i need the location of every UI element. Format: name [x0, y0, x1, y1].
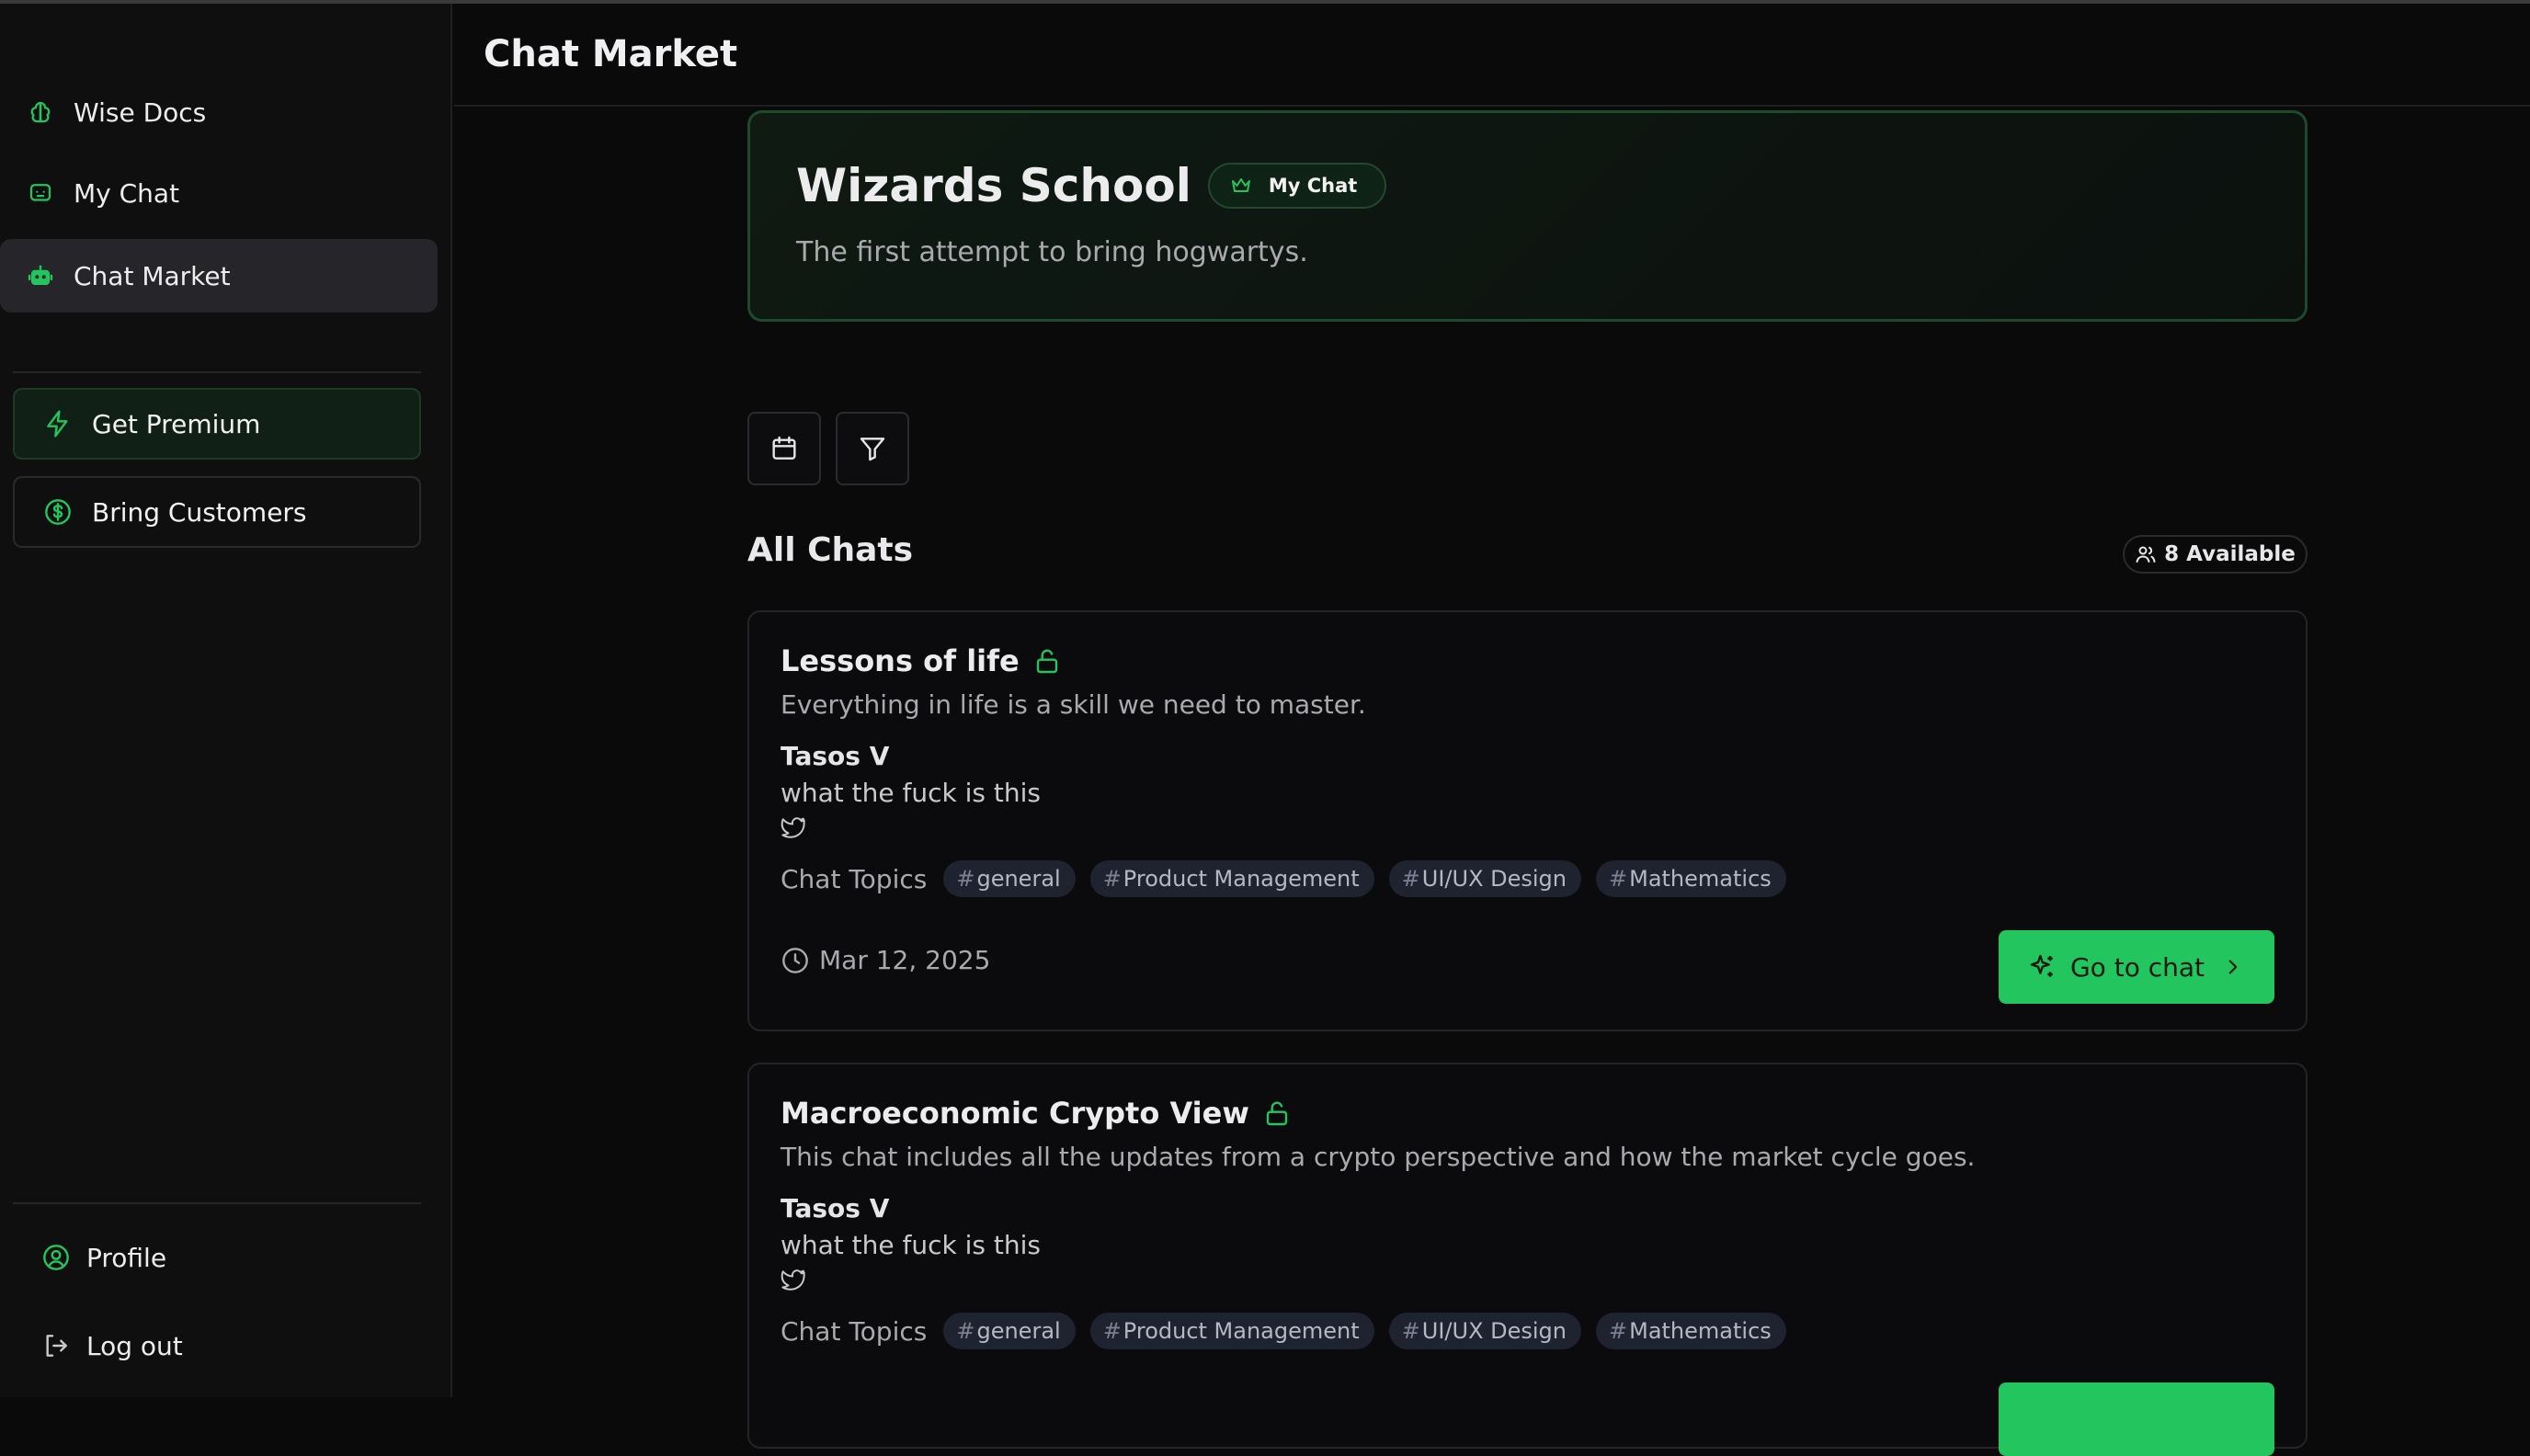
- sidebar-item-wise-docs[interactable]: Wise Docs: [0, 75, 438, 149]
- crown-icon: [1231, 178, 1250, 192]
- topic-tag[interactable]: # UI/UX Design: [1388, 1313, 1581, 1349]
- page-title: Chat Market: [484, 33, 738, 75]
- topic-tag[interactable]: # general: [943, 860, 1076, 897]
- my-chat-badge-label: My Chat: [1268, 175, 1358, 197]
- sidebar: Wise Docs My Chat Chat Market Get Premiu…: [0, 4, 452, 1397]
- author-bio: what the fuck is this: [781, 778, 1042, 808]
- sidebar-divider: [13, 371, 421, 373]
- chat-topics: Chat Topics # general # Product Management…: [781, 860, 1801, 897]
- topic-tag[interactable]: # general: [943, 1313, 1076, 1349]
- sidebar-item-label: Wise Docs: [74, 97, 207, 128]
- chat-description: This chat includes all the updates from …: [781, 1142, 1976, 1172]
- chat-topics: Chat Topics # general # Product Management…: [781, 1313, 1801, 1349]
- all-chats-heading: All Chats: [747, 531, 914, 569]
- available-count-badge: 8 Available: [2123, 535, 2308, 574]
- bring-customers-label: Bring Customers: [92, 496, 307, 528]
- chat-bot-icon: [26, 178, 55, 208]
- get-premium-button[interactable]: Get Premium: [13, 388, 421, 460]
- my-chat-badge: My Chat: [1207, 163, 1387, 209]
- author-bio: what the fuck is this: [781, 1230, 1042, 1260]
- my-chat-description: The first attempt to bring hogwartys.: [796, 236, 1308, 268]
- topic-tag[interactable]: # Product Management: [1089, 860, 1374, 897]
- calendar-filter-button[interactable]: [747, 412, 821, 485]
- topic-tag[interactable]: # Product Management: [1089, 1313, 1374, 1349]
- sidebar-item-label: Chat Market: [74, 260, 231, 291]
- topics-label: Chat Topics: [781, 1315, 928, 1347]
- clock-icon: [782, 947, 808, 973]
- chat-card[interactable]: Lessons of life Everything in life is a …: [747, 610, 2308, 1031]
- go-to-chat-button[interactable]: [1999, 1382, 2274, 1456]
- brain-icon: [26, 97, 55, 127]
- calendar-icon: [772, 436, 796, 460]
- unlock-icon: [1262, 1098, 1293, 1129]
- sidebar-item-label: My Chat: [74, 177, 180, 209]
- user-circle-icon: [40, 1242, 72, 1273]
- profile-label: Profile: [86, 1242, 167, 1273]
- chat-author: Tasos V: [781, 741, 890, 771]
- chat-author: Tasos V: [781, 1193, 890, 1223]
- chat-date: Mar 12, 2025: [781, 945, 990, 975]
- lightning-icon: [42, 408, 74, 439]
- chat-title: Lessons of life: [781, 643, 1020, 678]
- log-out-icon: [40, 1330, 72, 1361]
- bring-customers-button[interactable]: Bring Customers: [13, 476, 421, 548]
- go-to-chat-label: Go to chat: [2069, 951, 2205, 983]
- topic-tag[interactable]: # Mathematics: [1596, 1313, 1786, 1349]
- log-out-link[interactable]: Log out: [40, 1324, 183, 1368]
- profile-link[interactable]: Profile: [40, 1235, 166, 1280]
- topic-tag[interactable]: # Mathematics: [1596, 860, 1786, 897]
- sidebar-item-my-chat[interactable]: My Chat: [0, 156, 438, 230]
- topic-tag[interactable]: # UI/UX Design: [1388, 860, 1581, 897]
- get-premium-label: Get Premium: [92, 408, 261, 439]
- chat-card[interactable]: Macroeconomic Crypto View This chat incl…: [747, 1063, 2308, 1456]
- log-out-label: Log out: [86, 1330, 183, 1361]
- available-count: 8 Available: [2164, 542, 2296, 566]
- filter-button[interactable]: [836, 412, 909, 485]
- go-to-chat-button[interactable]: Go to chat: [1999, 930, 2274, 1004]
- dollar-circle-icon: [42, 496, 74, 528]
- twitter-icon[interactable]: [781, 1267, 808, 1294]
- robot-icon: [26, 261, 55, 290]
- filter-icon: [860, 438, 885, 461]
- sidebar-item-chat-market[interactable]: Chat Market: [0, 239, 438, 313]
- sidebar-footer-divider: [13, 1202, 421, 1204]
- chat-description: Everything in life is a skill we need to…: [781, 689, 1366, 720]
- sparkles-icon: [2030, 954, 2053, 977]
- my-chat-title: Wizards School: [796, 159, 1191, 212]
- topics-label: Chat Topics: [781, 863, 928, 894]
- chat-title: Macroeconomic Crypto View: [781, 1096, 1249, 1131]
- twitter-icon[interactable]: [781, 814, 808, 842]
- users-icon: [2136, 546, 2156, 563]
- page-header: Chat Market: [454, 4, 2530, 107]
- chevron-right-icon: [2228, 960, 2238, 974]
- my-chat-card[interactable]: Wizards School My Chat The first attempt…: [747, 110, 2308, 322]
- unlock-icon: [1032, 645, 1064, 677]
